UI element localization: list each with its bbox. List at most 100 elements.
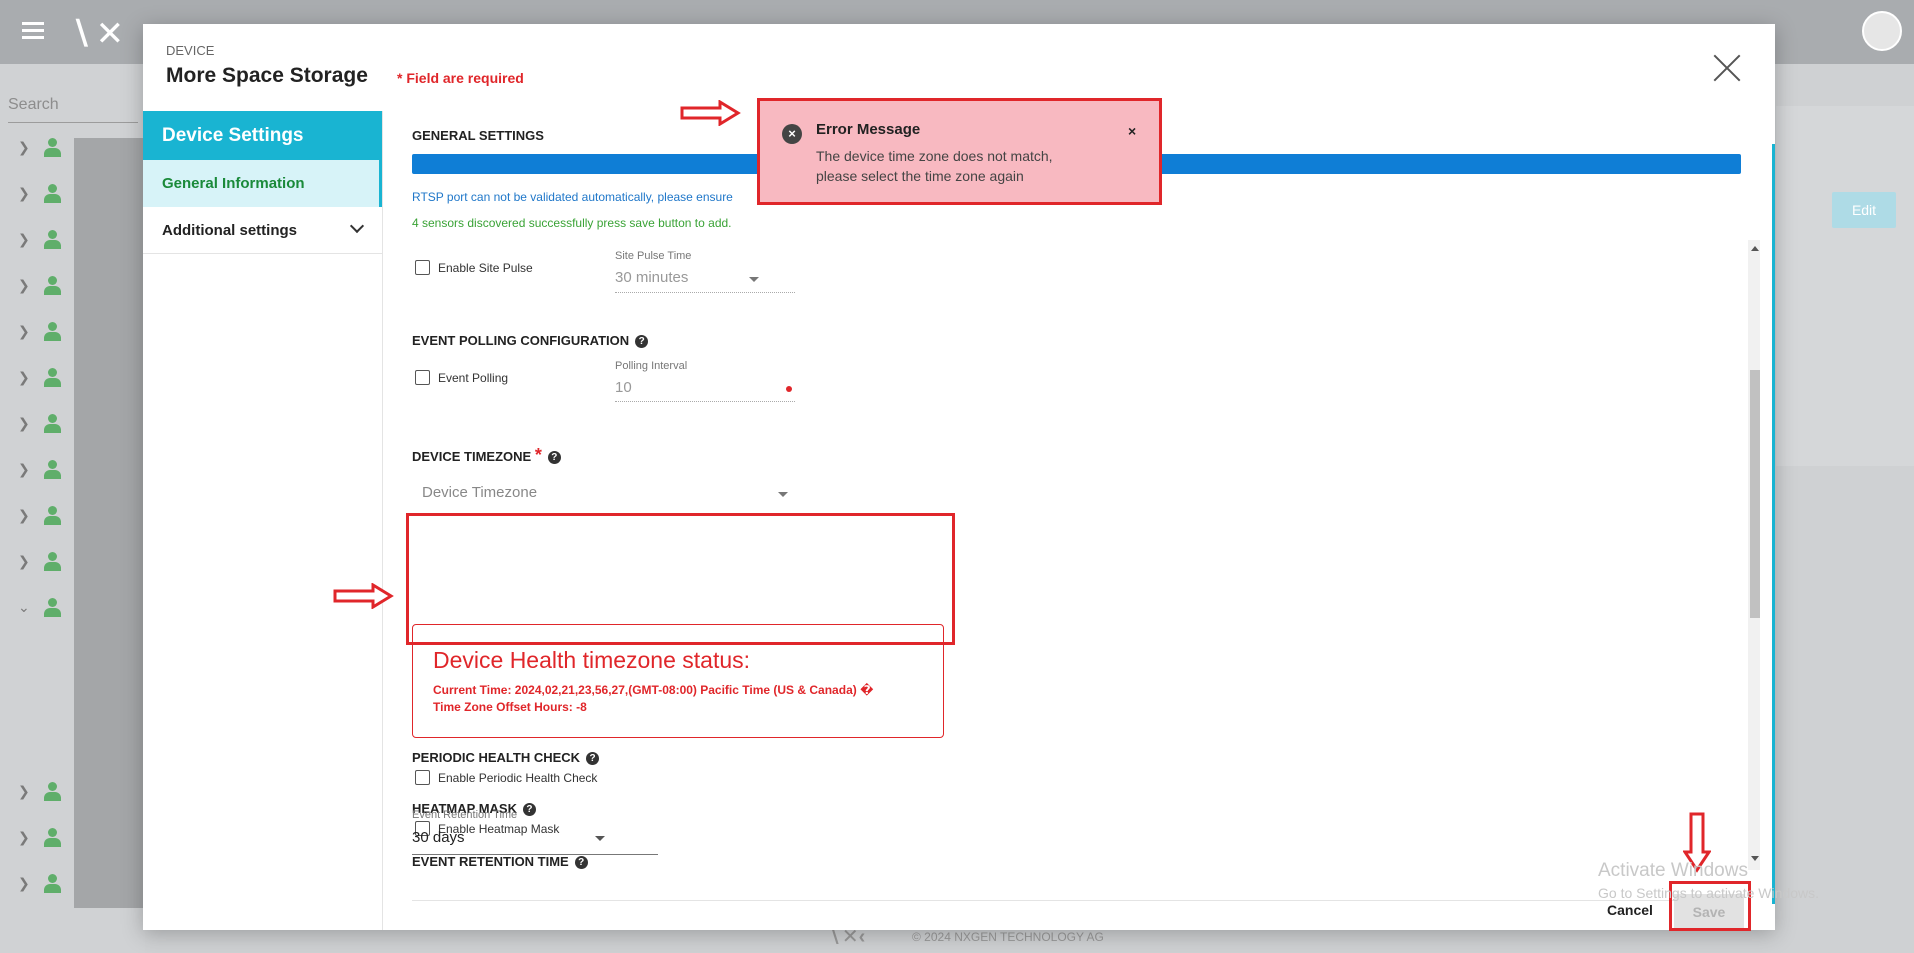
- periodic-health-label: Enable Periodic Health Check: [438, 771, 598, 785]
- user-icon: [44, 598, 61, 617]
- event-polling-title: EVENT POLLING CONFIGURATION?: [412, 333, 649, 348]
- activate-windows-watermark: Activate Windows: [1598, 860, 1748, 881]
- help-icon[interactable]: ?: [586, 752, 600, 765]
- health-status-title: Device Health timezone status:: [433, 647, 751, 673]
- user-icon: [44, 828, 61, 847]
- user-icon: [44, 276, 61, 295]
- edit-button[interactable]: Edit: [1832, 192, 1896, 228]
- tree-item[interactable]: ❯: [14, 504, 74, 528]
- rtsp-info-text: RTSP port can not be validated automatic…: [412, 190, 733, 204]
- site-search-input[interactable]: Search: [8, 96, 59, 114]
- chevron-right-icon: ❯: [18, 875, 30, 891]
- tree-item[interactable]: ⌄: [14, 596, 74, 620]
- chevron-right-icon: ❯: [18, 829, 30, 845]
- help-icon[interactable]: ?: [574, 856, 588, 869]
- modal-accent-bar: [1772, 144, 1775, 904]
- close-icon[interactable]: [1711, 52, 1743, 84]
- polling-interval-input[interactable]: 10: [615, 379, 632, 396]
- error-toast: × Error Message × The device time zone d…: [757, 98, 1162, 205]
- tree-panel: [74, 138, 146, 908]
- tree-item[interactable]: ❯: [14, 136, 74, 160]
- menu-item-general-information[interactable]: General Information: [143, 160, 382, 207]
- user-icon: [44, 414, 61, 433]
- tree-item[interactable]: ❯: [14, 366, 74, 390]
- sensors-info-text: 4 sensors discovered successfully press …: [412, 216, 732, 230]
- footer-copyright: © 2024 NXGEN TECHNOLOGY AG: [912, 930, 1104, 944]
- vertical-scrollbar[interactable]: [1748, 240, 1760, 870]
- help-icon[interactable]: ?: [547, 451, 561, 464]
- search-underline: [8, 122, 138, 123]
- user-icon: [44, 552, 61, 571]
- health-status-annotation-box: [406, 513, 955, 645]
- tree-item[interactable]: ❯: [14, 228, 74, 252]
- tree-item[interactable]: ❯: [14, 182, 74, 206]
- chevron-right-icon: ❯: [18, 461, 30, 477]
- toast-close-button[interactable]: ×: [1128, 123, 1136, 139]
- chevron-down-icon: [749, 277, 759, 282]
- user-icon: [44, 460, 61, 479]
- chevron-right-icon: ❯: [18, 277, 30, 293]
- tree-item[interactable]: ❯: [14, 274, 74, 298]
- settings-menu: Device Settings General Information Addi…: [143, 111, 383, 930]
- toast-title: Error Message: [816, 121, 921, 138]
- event-polling-label: Event Polling: [438, 371, 509, 385]
- arrow-right-icon: [333, 583, 394, 609]
- site-pulse-underline: [615, 292, 795, 293]
- user-icon: [44, 368, 61, 387]
- event-polling-checkbox[interactable]: [415, 370, 430, 385]
- event-retention-title: EVENT RETENTION TIME?: [412, 854, 588, 869]
- required-fields-note: * Field are required: [397, 70, 524, 86]
- menu-item-additional-settings[interactable]: Additional settings: [143, 207, 382, 254]
- scroll-up-icon[interactable]: [1751, 246, 1759, 251]
- user-icon: [44, 230, 61, 249]
- user-icon: [44, 184, 61, 203]
- user-icon: [44, 782, 61, 801]
- user-icon: [44, 138, 61, 157]
- chevron-down-icon: [349, 218, 365, 234]
- tree-item[interactable]: ❯: [14, 320, 74, 344]
- health-offset-hours: Time Zone Offset Hours: -8: [433, 700, 587, 714]
- user-avatar[interactable]: [1862, 11, 1902, 51]
- menu-item-label: Additional settings: [162, 222, 297, 239]
- chevron-down-icon: [595, 836, 605, 841]
- tree-item[interactable]: ❯: [14, 550, 74, 574]
- cancel-button[interactable]: Cancel: [1607, 902, 1653, 918]
- event-retention-select[interactable]: 30 days: [412, 829, 465, 846]
- chevron-right-icon: ❯: [18, 415, 30, 431]
- user-icon: [44, 874, 61, 893]
- tree-item[interactable]: ❯: [14, 826, 74, 850]
- activate-windows-subtext: Go to Settings to activate Windows.: [1598, 885, 1819, 901]
- tree-item[interactable]: ❯: [14, 780, 74, 804]
- help-icon[interactable]: ?: [635, 335, 649, 348]
- site-pulse-time-label: Site Pulse Time: [615, 250, 692, 262]
- chevron-right-icon: ❯: [18, 323, 30, 339]
- general-settings-title: GENERAL SETTINGS: [412, 128, 544, 143]
- tree-item[interactable]: ❯: [14, 412, 74, 436]
- error-icon: ×: [782, 124, 802, 144]
- site-pulse-time-select[interactable]: 30 minutes: [615, 269, 688, 286]
- menu-header: Device Settings: [143, 111, 382, 160]
- tree-item[interactable]: ❯: [14, 458, 74, 482]
- help-icon[interactable]: ?: [522, 803, 536, 816]
- enable-site-pulse-checkbox[interactable]: [415, 260, 430, 275]
- modal-subtitle: DEVICE: [166, 43, 215, 58]
- scroll-down-icon[interactable]: [1751, 856, 1759, 861]
- device-timezone-select[interactable]: Device Timezone: [422, 484, 537, 501]
- health-current-time: Current Time: 2024,02,21,23,56,27,(GMT-0…: [433, 683, 874, 697]
- chevron-right-icon: ❯: [18, 369, 30, 385]
- required-dot: [786, 386, 792, 392]
- modal-title: More Space Storage: [166, 64, 368, 87]
- scrollbar-thumb[interactable]: [1750, 370, 1760, 618]
- chevron-right-icon: ❯: [18, 231, 30, 247]
- chevron-down-icon: ⌄: [18, 599, 30, 615]
- chevron-right-icon: ❯: [18, 783, 30, 799]
- chevron-right-icon: ❯: [18, 507, 30, 523]
- toast-message-line-1: The device time zone does not match,: [816, 148, 1053, 164]
- device-timezone-title: DEVICE TIMEZONE *?: [412, 445, 561, 466]
- arrow-right-icon: [680, 100, 741, 126]
- chevron-right-icon: ❯: [18, 139, 30, 155]
- event-retention-label: Event Retention Time: [412, 809, 518, 821]
- hamburger-menu-icon[interactable]: [22, 22, 44, 40]
- tree-item[interactable]: ❯: [14, 872, 74, 896]
- periodic-health-checkbox[interactable]: [415, 770, 430, 785]
